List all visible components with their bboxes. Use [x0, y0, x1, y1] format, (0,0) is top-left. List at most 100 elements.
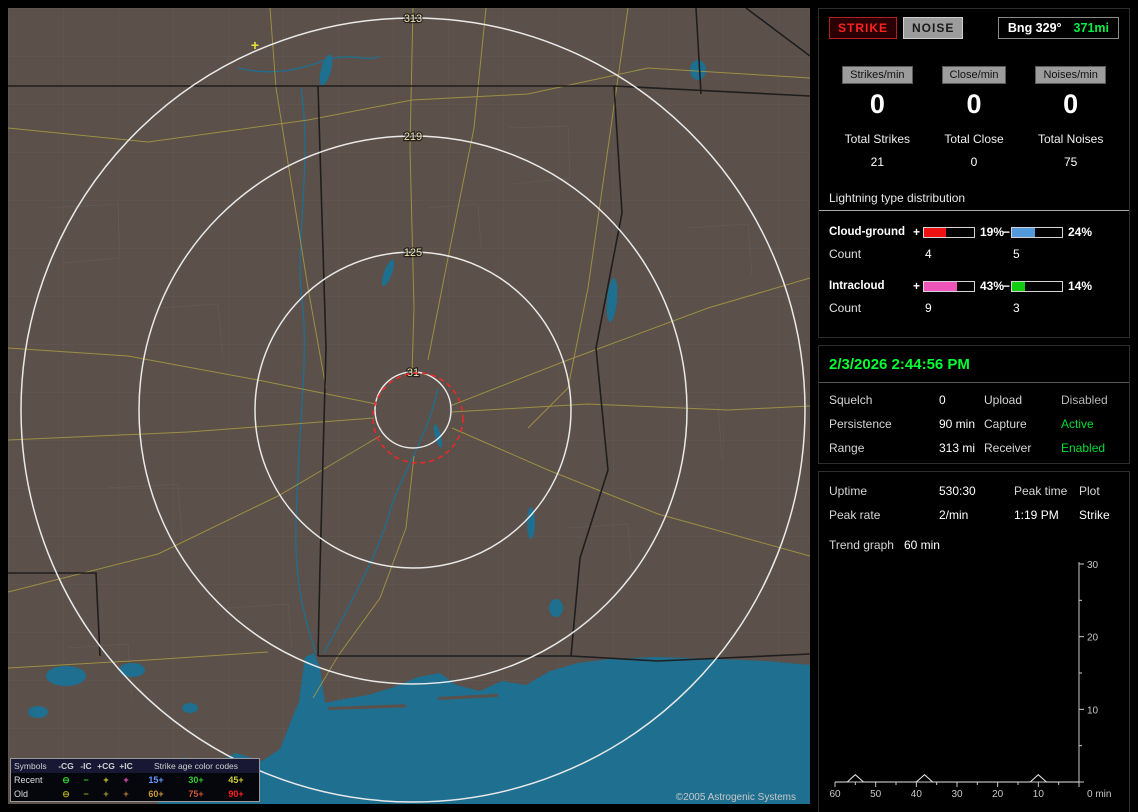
cloud-ground-row: Cloud-ground + 19% − 24%	[829, 221, 1119, 243]
noises-per-min-value: 0	[1063, 89, 1079, 119]
strike-toggle-button[interactable]: STRIKE	[829, 17, 898, 39]
ic-negative-count: 3	[1013, 301, 1020, 315]
trend-window-value: 60 min	[903, 538, 940, 552]
mode-button-row: STRIKE NOISE Bng 329° 371mi	[829, 17, 1119, 39]
x-tick-label: 10	[1033, 789, 1045, 800]
uptime-value: 530:30	[939, 484, 976, 498]
intracloud-label: Intracloud	[829, 280, 885, 292]
cg-positive-pct: 19%	[980, 225, 1005, 239]
plus-sign: +	[913, 279, 921, 293]
ic-positive-pct: 43%	[980, 279, 1005, 293]
lightning-map[interactable]: 313 219 125 31 + Symbols -CG -IC +CG +IC Str…	[8, 8, 810, 804]
noise-toggle-button[interactable]: NOISE	[903, 17, 964, 39]
close-per-min-button[interactable]: Close/min	[941, 66, 1007, 84]
ic-count-label: Count	[829, 301, 862, 315]
pos-cg-recent-icon: +	[103, 775, 109, 785]
distribution-title: Lightning type distribution	[819, 191, 1129, 211]
cloud-ground-label: Cloud-ground	[829, 226, 906, 238]
legend-header: Symbols -CG -IC +CG +IC Strike age color…	[11, 759, 259, 773]
pos-ic-old-icon: +	[123, 789, 129, 799]
persistence-value: 90 min	[939, 417, 976, 431]
x-tick-label: 30	[951, 789, 963, 800]
intracloud-row: Intracloud + 43% − 14%	[829, 275, 1119, 297]
legend-recent-label: Recent	[14, 775, 43, 785]
map-art: 31321912531+	[8, 8, 810, 804]
receiver-value: Enabled	[1061, 441, 1106, 455]
ic-negative-bar-fill	[1012, 281, 1025, 291]
neg-ic-old-icon: −	[83, 789, 89, 799]
x-axis-origin-label: 0 min	[1087, 789, 1111, 800]
age-75: 75+	[188, 789, 204, 799]
strikes-per-min-button[interactable]: Strikes/min	[842, 66, 913, 84]
trend-panel: Uptime 530:30 Peak time Plot Peak rate 2…	[818, 471, 1130, 812]
trend-series-line	[835, 774, 1079, 783]
bearing-distance: 371mi	[1073, 21, 1109, 35]
persistence-label: Persistence	[829, 417, 892, 431]
total-noises-label: Total Noises	[1037, 132, 1104, 146]
legend-row-recent: Recent ⊖ − + + 15+ 30+ 45+	[11, 773, 259, 787]
legend-age-header: Strike age color codes	[153, 761, 239, 771]
age-60: 60+	[148, 789, 164, 799]
datetime-display: 2/3/2026 2:44:56 PM	[819, 354, 1129, 383]
age-90: 90+	[228, 789, 244, 799]
plot-value: Strike	[1079, 508, 1110, 522]
close-per-min-value: 0	[966, 89, 982, 119]
legend-col-neg-ic: -IC	[80, 761, 92, 771]
total-strikes-value: 21	[870, 155, 885, 169]
peak-rate-label: Peak rate	[829, 508, 881, 522]
copyright: ©2005 Astrogenic Systems	[675, 792, 796, 803]
y-tick-label: 20	[1087, 633, 1099, 644]
bearing-display: Bng 329° 371mi	[997, 17, 1119, 39]
status-panel: 2/3/2026 2:44:56 PM Squelch 0 Upload Dis…	[818, 345, 1130, 464]
map-legend: Symbols -CG -IC +CG +IC Strike age color…	[10, 758, 260, 802]
total-close: Total Close 0	[926, 132, 1023, 169]
range-ring-label: 313	[404, 13, 422, 25]
age-30: 30+	[188, 775, 204, 785]
uptime-grid: Uptime 530:30 Peak time Plot Peak rate 2…	[829, 484, 1119, 522]
ic-negative-bar	[1011, 280, 1063, 292]
close-per-min-counter: Close/min 0	[926, 65, 1023, 120]
total-noises: Total Noises 75	[1022, 132, 1119, 169]
cg-negative-pct: 24%	[1068, 225, 1093, 239]
pos-cg-old-icon: +	[103, 789, 109, 799]
noises-per-min-button[interactable]: Noises/min	[1035, 66, 1106, 84]
capture-label: Capture	[984, 417, 1027, 431]
neg-cg-recent-icon: ⊖	[62, 774, 70, 785]
peak-rate-value: 2/min	[939, 508, 969, 522]
age-15: 15+	[148, 775, 164, 785]
range-value: 313 mi	[939, 441, 976, 455]
cg-negative-bar-fill	[1012, 227, 1035, 237]
bearing-value: Bng 329°	[1007, 21, 1062, 35]
legend-col-neg-cg: -CG	[58, 761, 74, 771]
ic-negative-pct: 14%	[1068, 279, 1093, 293]
total-noises-value: 75	[1064, 155, 1078, 169]
nexstorm-app: 313 219 125 31 + Symbols -CG -IC +CG +IC Str…	[0, 0, 1138, 812]
y-tick-label: 10	[1087, 705, 1099, 716]
plus-sign: +	[913, 225, 921, 239]
totals-row: Total Strikes 21 Total Close 0 Total Noi…	[829, 132, 1119, 169]
ic-positive-bar-fill	[924, 281, 957, 291]
x-tick-label: 50	[870, 789, 882, 800]
ic-positive-bar	[923, 280, 975, 292]
total-strikes-label: Total Strikes	[844, 132, 911, 146]
neg-ic-recent-icon: −	[83, 775, 89, 785]
uptime-label: Uptime	[829, 484, 868, 498]
trend-chart: 10 20 30 60 50 40 30 20 10 0 min	[829, 560, 1111, 800]
noises-per-min-counter: Noises/min 0	[1022, 65, 1119, 120]
cg-negative-bar	[1011, 226, 1063, 238]
intracloud-count-row: Count 9 3	[829, 297, 1119, 319]
cg-negative-count: 5	[1013, 247, 1020, 261]
trend-header: Trend graph 60 min	[829, 538, 1119, 552]
range-ring-label: 125	[404, 247, 422, 259]
range-ring-label: 219	[404, 131, 422, 143]
plot-label: Plot	[1079, 484, 1100, 498]
stats-panel: STRIKE NOISE Bng 329° 371mi Strikes/min …	[818, 8, 1130, 338]
upload-value: Disabled	[1061, 393, 1108, 407]
neg-cg-old-icon: ⊖	[62, 788, 70, 799]
settings-grid: Squelch 0 Upload Disabled Persistence 90…	[829, 393, 1119, 455]
cg-count-label: Count	[829, 247, 862, 261]
squelch-value: 0	[939, 393, 946, 407]
cg-positive-bar	[923, 226, 975, 238]
pos-ic-recent-icon: +	[123, 775, 129, 785]
cloud-ground-count-row: Count 4 5	[829, 243, 1119, 265]
